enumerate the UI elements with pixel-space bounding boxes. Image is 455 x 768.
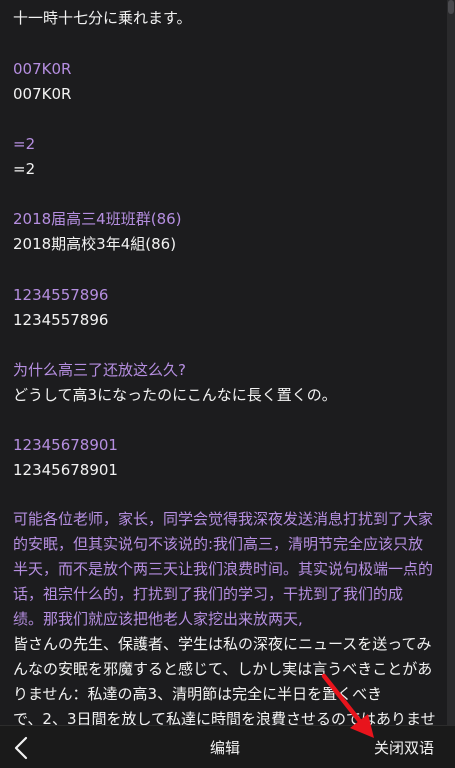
source-line: 半天，而不是放个两三天让我们浪费时间。其实说句极端一点的	[13, 560, 434, 578]
edit-button[interactable]: 编辑	[203, 737, 247, 759]
translated-line: で、2、3日間を放して私達に時間を浪費させるのではありませ	[13, 710, 436, 725]
source-line: 的安眠，但其实说句不该说的:我们高三，清明节完全应该只放	[13, 535, 424, 553]
translation-content[interactable]: 十一時十七分に乗れます。 007K0R 007K0R =2 =2 2018届高三…	[0, 0, 440, 725]
scrollbar[interactable]	[447, 0, 455, 725]
source-text: 12345678901	[13, 436, 118, 454]
source-line: 绩。那我们就应该把他老人家挖出来放两天,	[13, 610, 303, 628]
chevron-left-icon	[14, 736, 28, 760]
translated-text: 2018期高校3年4組(86)	[13, 235, 177, 253]
translated-line: 皆さんの先生、保護者、学生は私の深夜にニュースを送ってみ	[13, 635, 432, 653]
bottom-toolbar: 编辑 关闭双语	[0, 725, 455, 768]
scrollbar-thumb[interactable]	[448, 0, 454, 14]
translated-text: =2	[13, 160, 36, 178]
translated-text: どうして高3になったのにこんなに長く置くの。	[13, 386, 337, 404]
source-text: 007K0R	[13, 60, 72, 78]
close-bilingual-button[interactable]: 关闭双语	[366, 737, 442, 759]
translated-text: 十一時十七分に乗れます。	[13, 9, 192, 27]
back-button[interactable]	[6, 732, 38, 764]
source-text: 为什么高三了还放这么久?	[13, 361, 186, 379]
translated-line: んなの安眠を邪魔すると感じて、しかし実は言うべきことがあ	[13, 660, 433, 678]
translated-paragraph: 皆さんの先生、保護者、学生は私の深夜にニュースを送ってみ んなの安眠を邪魔すると…	[13, 632, 437, 725]
translated-text: 12345678901	[13, 461, 118, 479]
translated-text: 007K0R	[13, 85, 72, 103]
source-line: 可能各位老师，家长，同学会觉得我深夜发送消息打扰到了大家	[13, 510, 434, 528]
source-text: =2	[13, 135, 36, 153]
source-text: 2018届高三4班班群(86)	[13, 210, 182, 228]
translated-line: りません：私達の高3、清明節は完全に半日を置くべき	[13, 685, 383, 703]
source-paragraph: 可能各位老师，家长，同学会觉得我深夜发送消息打扰到了大家 的安眠，但其实说句不该…	[13, 507, 437, 632]
source-text: 1234557896	[13, 286, 109, 304]
source-line: 话，祖宗什么的，打扰到了我们的学习，干扰到了我们的成	[13, 585, 404, 603]
translated-text: 1234557896	[13, 311, 109, 329]
